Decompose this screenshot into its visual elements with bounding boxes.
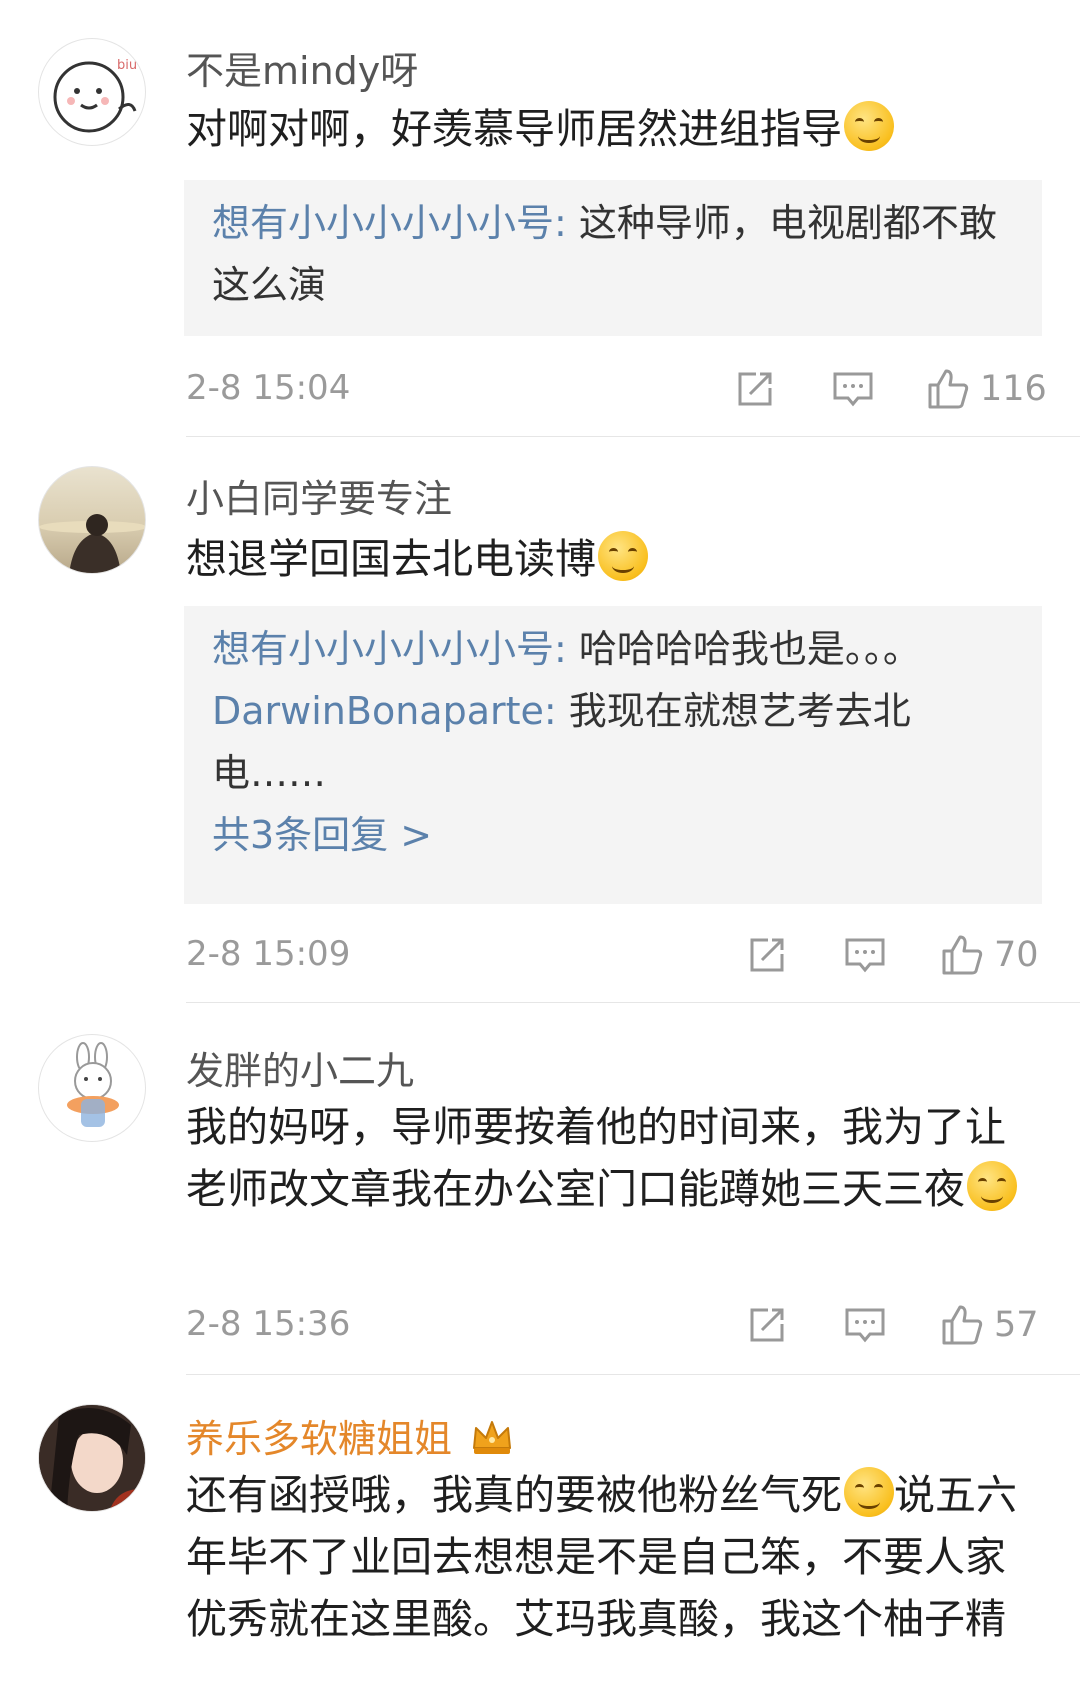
comment-button[interactable]	[832, 364, 874, 414]
upside-down-smile-emoji	[598, 531, 648, 581]
like-count: 70	[994, 935, 1039, 975]
avatar-cartoon-icon: biu	[53, 58, 137, 133]
reply-username[interactable]: 想有小小小小小小号:	[212, 201, 567, 245]
svg-text:biu: biu	[117, 58, 137, 73]
like-button[interactable]: 57	[940, 1300, 1039, 1350]
reply-text: 哈哈哈哈我也是。。。	[566, 627, 921, 671]
comment-meta: 2-8 15:36 57	[186, 1300, 1042, 1350]
share-icon	[750, 938, 784, 972]
share-button[interactable]	[746, 1300, 788, 1350]
reply-box[interactable]: 想有小小小小小小号: 这种导师，电视剧都不敢这么演	[184, 180, 1042, 336]
comment-button[interactable]	[844, 1300, 886, 1350]
username[interactable]: 小白同学要专注	[186, 468, 452, 523]
avatar-bunny-icon	[67, 1042, 119, 1127]
grin-emoji	[844, 1467, 894, 1517]
like-button[interactable]: 70	[940, 930, 1039, 980]
like-count: 116	[980, 369, 1047, 409]
reply-box[interactable]: 想有小小小小小小号: 哈哈哈哈我也是。。。 DarwinBonaparte: 我…	[184, 606, 1042, 904]
share-icon	[750, 1308, 784, 1342]
laugh-cry-emoji	[844, 101, 894, 151]
avatar[interactable]	[38, 466, 146, 574]
comment-button[interactable]	[844, 930, 886, 980]
timestamp: 2-8 15:09	[186, 934, 351, 974]
share-button[interactable]	[746, 930, 788, 980]
thumbs-up-icon	[942, 935, 983, 975]
reply-username[interactable]: 想有小小小小小小号:	[212, 627, 567, 671]
share-icon	[738, 372, 772, 406]
reply-item: DarwinBonaparte: 我现在就想艺考去北电……	[212, 680, 1014, 804]
comment-meta: 2-8 15:04 116	[186, 364, 1047, 414]
crown-icon	[473, 1421, 512, 1454]
divider	[186, 1002, 1080, 1003]
timestamp: 2-8 15:36	[186, 1304, 351, 1344]
thumbs-up-icon	[928, 369, 969, 409]
username[interactable]: 养乐多软糖姐姐	[186, 1408, 514, 1463]
comment-meta: 2-8 15:09 70	[186, 930, 1042, 980]
avatar-photo-icon	[39, 514, 145, 573]
divider	[186, 436, 1080, 437]
comment-text: 对啊对啊，好羡慕导师居然进组指导	[186, 98, 1036, 160]
reply-username[interactable]: DarwinBonaparte:	[212, 689, 557, 733]
like-button[interactable]: 116	[926, 364, 1047, 414]
comment-text: 我的妈呀，导师要按着他的时间来，我为了让老师改文章我在办公室门口能蹲她三天三夜	[186, 1096, 1036, 1220]
more-replies-link[interactable]: 共3条回复 >	[212, 804, 1014, 866]
like-count: 57	[994, 1305, 1039, 1345]
username[interactable]: 不是mindy呀	[186, 40, 418, 95]
timestamp: 2-8 15:04	[186, 368, 351, 408]
avatar[interactable]: biu	[38, 38, 146, 146]
comment-icon	[845, 1308, 885, 1343]
username[interactable]: 发胖的小二九	[186, 1040, 414, 1095]
avatar-photo-icon	[39, 1405, 145, 1511]
avatar[interactable]	[38, 1404, 146, 1512]
reply-item: 想有小小小小小小号: 哈哈哈哈我也是。。。	[212, 618, 1014, 680]
comment-text: 还有函授哦，我真的要被他粉丝气死 说五六年毕不了业回去想想是不是自己笨，不要人家优…	[186, 1464, 1036, 1650]
thumbs-up-icon	[942, 1305, 983, 1345]
avatar[interactable]	[38, 1034, 146, 1142]
reply-item: 想有小小小小小小号: 这种导师，电视剧都不敢这么演	[212, 192, 1014, 316]
comment-text: 想退学回国去北电读博	[186, 528, 1036, 590]
divider	[186, 1374, 1080, 1375]
comment-icon	[833, 372, 873, 407]
dizzy-emoji	[967, 1161, 1017, 1211]
share-button[interactable]	[734, 364, 776, 414]
comment-icon	[845, 938, 885, 973]
